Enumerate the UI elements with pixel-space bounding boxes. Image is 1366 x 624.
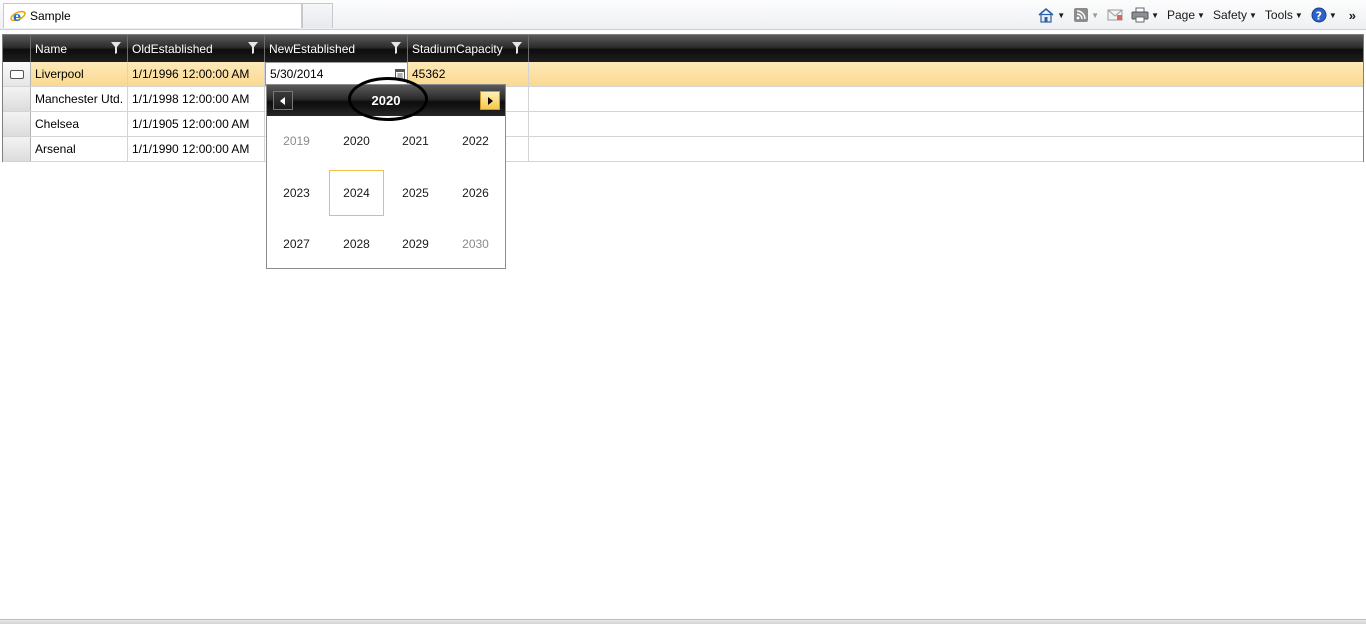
column-header-label: NewEstablished [269,41,356,56]
table-row[interactable]: Chelsea 1/1/1905 12:00:00 AM [3,112,1363,137]
year-cell[interactable]: 2019 [269,118,324,164]
table-row[interactable]: Manchester Utd. 1/1/1998 12:00:00 AM [3,87,1363,112]
year-cell[interactable]: 2023 [269,170,324,216]
row-indicator[interactable] [3,112,31,136]
browser-tab[interactable]: e Sample [3,3,302,28]
safety-menu[interactable]: Safety ▼ [1209,4,1261,26]
tab-title: Sample [30,9,71,23]
year-cell[interactable]: 2020 [329,118,384,164]
print-button[interactable]: ▼ [1127,4,1163,26]
table-row[interactable]: Liverpool 1/1/1996 12:00:00 AM 5/30/2014… [3,62,1363,87]
row-indicator[interactable] [3,62,31,86]
cell-name[interactable]: Manchester Utd. [31,87,128,111]
year-cell[interactable]: 2021 [388,118,443,164]
cell-name[interactable]: Chelsea [31,112,128,136]
chevron-down-icon: ▼ [1151,10,1159,20]
column-header-label: StadiumCapacity [412,41,503,56]
calendar-next-button[interactable] [480,91,500,110]
mail-icon [1107,8,1123,22]
year-cell[interactable]: 2025 [388,170,443,216]
home-icon [1037,7,1055,23]
filter-icon[interactable] [512,42,522,54]
year-cell[interactable]: 2026 [448,170,503,216]
more-commands-button[interactable]: » [1341,4,1360,26]
page-menu-label: Page [1167,8,1196,22]
filter-icon[interactable] [391,42,401,54]
column-header-newestablished[interactable]: NewEstablished [265,35,408,62]
browser-toolbar: e Sample ▼ ▼ ▼ Page ▼ Safety ▼ Tools ▼ ?… [0,0,1366,30]
cell-name[interactable]: Liverpool [31,62,128,86]
calendar-popup: 2020 2019 2020 2021 2022 2023 2024 2025 … [266,77,506,269]
column-header-label: Name [35,41,68,56]
home-button[interactable]: ▼ [1033,4,1069,26]
tools-menu[interactable]: Tools ▼ [1261,4,1307,26]
cell-oldestablished[interactable]: 1/1/1905 12:00:00 AM [128,112,265,136]
column-header-oldestablished[interactable]: OldEstablished [128,35,265,62]
year-cell[interactable]: 2027 [269,221,324,267]
row-indicator[interactable] [3,137,31,161]
rss-feed-icon [1073,7,1089,23]
column-header-stadiumcapacity[interactable]: StadiumCapacity [408,35,529,62]
double-chevron-icon: » [1348,7,1356,23]
safety-menu-label: Safety [1212,8,1247,22]
table-row[interactable]: Arsenal 1/1/1990 12:00:00 AM [3,137,1363,162]
year-cell[interactable]: 2028 [329,221,384,267]
chevron-down-icon: ▼ [1294,10,1303,20]
chevron-down-icon: ▼ [1248,10,1257,20]
cell-oldestablished[interactable]: 1/1/1996 12:00:00 AM [128,62,265,86]
help-icon: ? [1311,7,1327,23]
chevron-down-icon: ▼ [1197,10,1205,20]
filter-icon[interactable] [248,42,258,54]
year-cell[interactable]: 2030 [448,221,503,267]
row-indicator[interactable] [3,87,31,111]
grid-header: Name OldEstablished NewEstablished Stadi… [3,35,1363,62]
svg-text:e: e [13,10,21,24]
data-grid: Name OldEstablished NewEstablished Stadi… [2,34,1364,162]
date-picker-value: 5/30/2014 [270,67,324,81]
calendar-prev-button[interactable] [273,91,293,110]
column-header-name[interactable]: Name [31,35,128,62]
edit-row-icon [9,69,24,79]
svg-text:?: ? [1315,9,1321,22]
cell-oldestablished[interactable]: 1/1/1998 12:00:00 AM [128,87,265,111]
year-cell[interactable]: 2029 [388,221,443,267]
chevron-down-icon: ▼ [1091,10,1100,20]
year-cell-current[interactable]: 2024 [329,170,384,216]
chevron-left-icon [280,94,286,108]
page-menu[interactable]: Page ▼ [1163,4,1209,26]
feeds-button[interactable]: ▼ [1069,4,1103,26]
chevron-down-icon: ▼ [1057,10,1066,20]
cell-name[interactable]: Arsenal [31,137,128,161]
filter-icon[interactable] [111,42,121,54]
column-header-label: OldEstablished [132,41,213,56]
ie-logo-icon: e [10,8,26,25]
header-indicator-cell [3,35,31,62]
year-grid: 2019 2020 2021 2022 2023 2024 2025 2026 … [267,116,505,268]
chevron-down-icon: ▼ [1328,10,1337,20]
year-cell[interactable]: 2022 [448,118,503,164]
highlight-ellipse [348,77,428,121]
read-mail-button[interactable] [1103,4,1127,26]
chevron-right-icon [487,94,493,108]
calendar-header: 2020 [267,77,505,121]
cell-oldestablished[interactable]: 1/1/1990 12:00:00 AM [128,137,265,161]
printer-icon [1131,7,1149,23]
tools-menu-label: Tools [1264,8,1293,22]
cell-stadiumcapacity[interactable]: 45362 [408,62,529,86]
command-bar: ▼ ▼ ▼ Page ▼ Safety ▼ Tools ▼ ? ▼ » [1033,4,1360,26]
help-menu[interactable]: ? ▼ [1307,4,1341,26]
status-bar [0,619,1366,624]
new-tab-button[interactable] [302,3,333,28]
